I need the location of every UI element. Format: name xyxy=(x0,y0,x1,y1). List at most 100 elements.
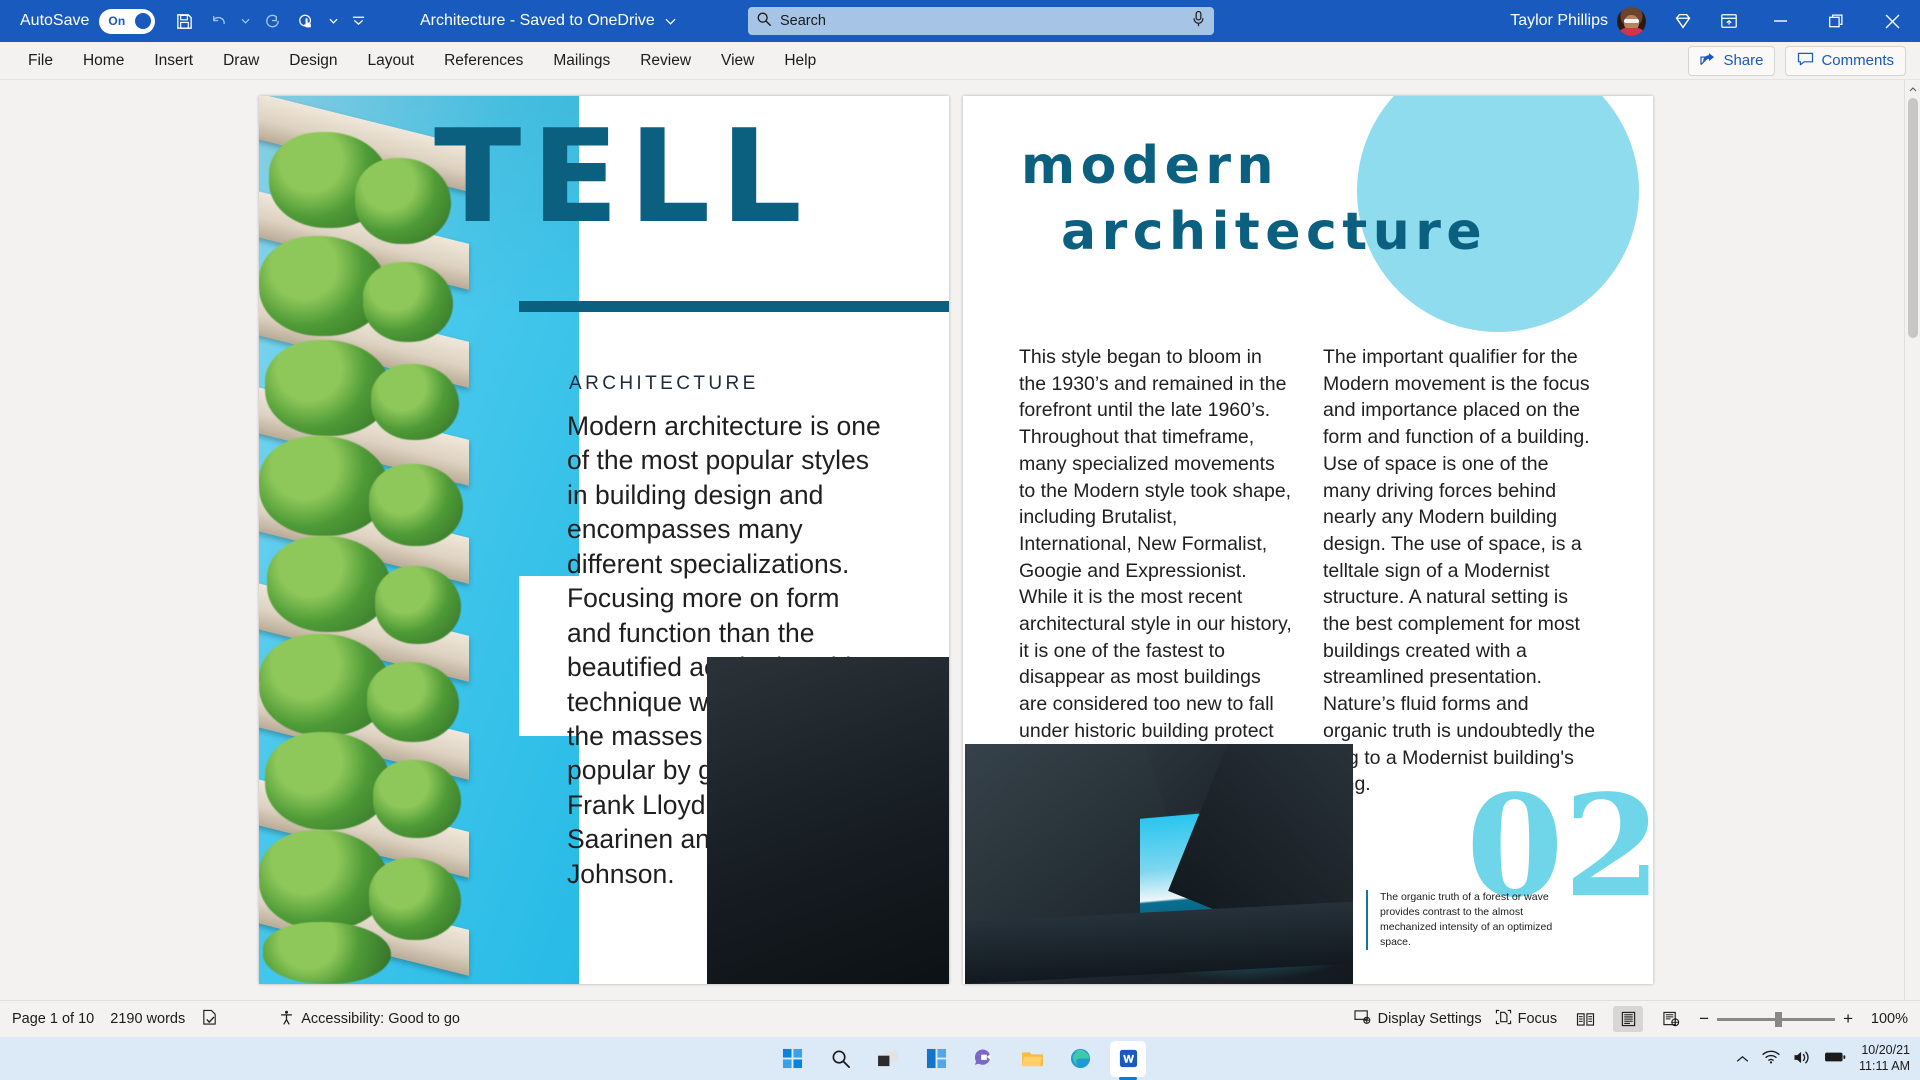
concrete-opening-photo[interactable] xyxy=(965,744,1353,984)
word-count[interactable]: 2190 words xyxy=(110,1011,185,1027)
right-page-column-1[interactable]: This style began to bloom in the 1930’s … xyxy=(1019,344,1293,798)
microphone-icon[interactable] xyxy=(1191,10,1206,32)
zoom-out-button[interactable]: − xyxy=(1699,1009,1709,1029)
zoom-level[interactable]: 100% xyxy=(1866,1011,1908,1027)
microsoft-365-diamond-icon[interactable] xyxy=(1660,0,1706,42)
vertical-scrollbar-thumb[interactable] xyxy=(1908,98,1918,338)
microsoft-word-button[interactable] xyxy=(1110,1040,1146,1080)
autosave-group[interactable]: AutoSave On xyxy=(0,8,156,34)
touch-mode-chevron-down-icon[interactable] xyxy=(325,6,341,36)
document-title: Architecture - Saved to OneDrive xyxy=(420,12,655,29)
proofing-icon[interactable] xyxy=(201,1009,218,1030)
undo-dropdown-chevron-down-icon[interactable] xyxy=(237,6,253,36)
autosave-toggle[interactable]: On xyxy=(99,8,156,34)
tab-references[interactable]: References xyxy=(430,47,537,75)
show-hidden-icons-chevron-up-icon[interactable] xyxy=(1736,1052,1749,1066)
tab-review[interactable]: Review xyxy=(626,47,705,75)
comments-label: Comments xyxy=(1821,52,1894,69)
autosave-label: AutoSave xyxy=(20,12,90,29)
system-tray: 10/20/21 11:11 AM xyxy=(1736,1043,1910,1074)
display-settings-button[interactable]: Display Settings xyxy=(1354,1009,1482,1029)
tab-layout[interactable]: Layout xyxy=(354,47,429,75)
read-mode-icon[interactable] xyxy=(1570,1006,1600,1032)
battery-icon[interactable] xyxy=(1824,1051,1846,1066)
redo-icon[interactable] xyxy=(257,6,287,36)
document-page-right[interactable]: modern architecture This style began to … xyxy=(963,96,1653,984)
page-spread: TELL ARCHITECTURE Modern architecture is… xyxy=(259,96,1653,984)
left-page-dark-photo[interactable] xyxy=(707,657,949,984)
microsoft-edge-button[interactable] xyxy=(1062,1041,1098,1077)
volume-icon[interactable] xyxy=(1793,1050,1811,1068)
search-button[interactable] xyxy=(822,1041,858,1077)
tab-mailings[interactable]: Mailings xyxy=(539,47,624,75)
tab-home[interactable]: Home xyxy=(69,47,138,75)
tab-help[interactable]: Help xyxy=(770,47,830,75)
minimize-button[interactable] xyxy=(1752,0,1808,42)
ribbon-tab-bar: File Home Insert Draw Design Layout Refe… xyxy=(0,42,1920,80)
right-page-title-line2: architecture xyxy=(1061,201,1488,262)
share-icon xyxy=(1700,52,1716,70)
comment-bubble-icon xyxy=(1797,52,1814,70)
ribbon-tabs: File Home Insert Draw Design Layout Refe… xyxy=(0,47,830,75)
search-icon xyxy=(756,11,772,32)
share-button[interactable]: Share xyxy=(1688,45,1776,76)
left-page-subtitle[interactable]: ARCHITECTURE xyxy=(569,373,759,395)
save-icon[interactable] xyxy=(169,6,199,36)
page-indicator[interactable]: Page 1 of 10 xyxy=(12,1011,94,1027)
clock[interactable]: 10/20/21 11:11 AM xyxy=(1859,1043,1910,1074)
teams-chat-button[interactable] xyxy=(966,1041,1002,1077)
start-button[interactable] xyxy=(774,1041,810,1077)
display-settings-icon xyxy=(1354,1009,1372,1029)
ribbon-display-options-icon[interactable] xyxy=(1706,0,1752,42)
avatar[interactable] xyxy=(1617,6,1646,36)
scroll-up-arrow-icon[interactable] xyxy=(1905,80,1920,98)
wifi-icon[interactable] xyxy=(1762,1050,1780,1067)
account-name[interactable]: Taylor Phillips xyxy=(1510,12,1608,30)
restore-button[interactable] xyxy=(1808,0,1864,42)
status-bar-left: Page 1 of 10 2190 words Accessibility: G… xyxy=(0,1009,460,1030)
document-title-group[interactable]: Architecture - Saved to OneDrive xyxy=(420,12,676,30)
focus-label: Focus xyxy=(1517,1011,1558,1027)
focus-button[interactable]: Focus xyxy=(1495,1009,1558,1029)
vertical-scrollbar[interactable] xyxy=(1904,80,1920,1000)
undo-icon[interactable] xyxy=(203,6,233,36)
accessibility-icon xyxy=(278,1009,295,1030)
print-layout-icon[interactable] xyxy=(1613,1006,1644,1032)
close-button[interactable] xyxy=(1864,0,1920,42)
right-page-title[interactable]: modern architecture xyxy=(1021,134,1621,265)
right-page-column-2[interactable]: The important qualifier for the Modern m… xyxy=(1323,344,1597,798)
search-input[interactable]: Search xyxy=(780,13,826,29)
document-canvas[interactable]: TELL ARCHITECTURE Modern architecture is… xyxy=(0,80,1920,1000)
tab-file[interactable]: File xyxy=(14,47,67,75)
customize-quick-access-toolbar-icon[interactable] xyxy=(345,6,371,36)
autosave-toggle-knob xyxy=(135,13,152,29)
document-page-left[interactable]: TELL ARCHITECTURE Modern architecture is… xyxy=(259,96,949,984)
tab-insert[interactable]: Insert xyxy=(140,47,207,75)
right-page-title-line1: modern xyxy=(1021,136,1280,196)
document-title-chevron-down-icon[interactable] xyxy=(665,12,676,30)
focus-icon xyxy=(1495,1009,1512,1029)
search-box[interactable]: Search xyxy=(748,7,1214,35)
right-page-caption[interactable]: The organic truth of a forest or wave pr… xyxy=(1366,890,1571,950)
file-explorer-button[interactable] xyxy=(1014,1041,1050,1077)
tab-view[interactable]: View xyxy=(707,47,768,75)
zoom-in-button[interactable]: + xyxy=(1843,1009,1853,1029)
task-view-button[interactable] xyxy=(870,1041,906,1077)
tab-design[interactable]: Design xyxy=(275,47,351,75)
status-bar: Page 1 of 10 2190 words Accessibility: G… xyxy=(0,1000,1920,1037)
zoom-track[interactable] xyxy=(1717,1011,1836,1027)
left-page-title[interactable]: TELL xyxy=(434,114,812,242)
title-bar: AutoSave On Architecture - Saved to OneD xyxy=(0,0,1920,42)
right-page-columns: This style began to bloom in the 1930’s … xyxy=(1019,344,1597,798)
quick-access-toolbar[interactable] xyxy=(169,6,371,36)
widgets-button[interactable] xyxy=(918,1041,954,1077)
status-bar-right: Display Settings Focus − + 100% xyxy=(1354,1006,1908,1032)
zoom-thumb[interactable] xyxy=(1775,1011,1783,1027)
touch-mode-icon[interactable] xyxy=(291,6,321,36)
tab-draw[interactable]: Draw xyxy=(209,47,273,75)
accessibility-status[interactable]: Accessibility: Good to go xyxy=(278,1009,460,1030)
comments-button[interactable]: Comments xyxy=(1785,45,1906,76)
web-layout-icon[interactable] xyxy=(1656,1006,1686,1032)
zoom-slider[interactable]: − + xyxy=(1699,1009,1853,1029)
taskbar-app-buttons xyxy=(774,1040,1146,1080)
